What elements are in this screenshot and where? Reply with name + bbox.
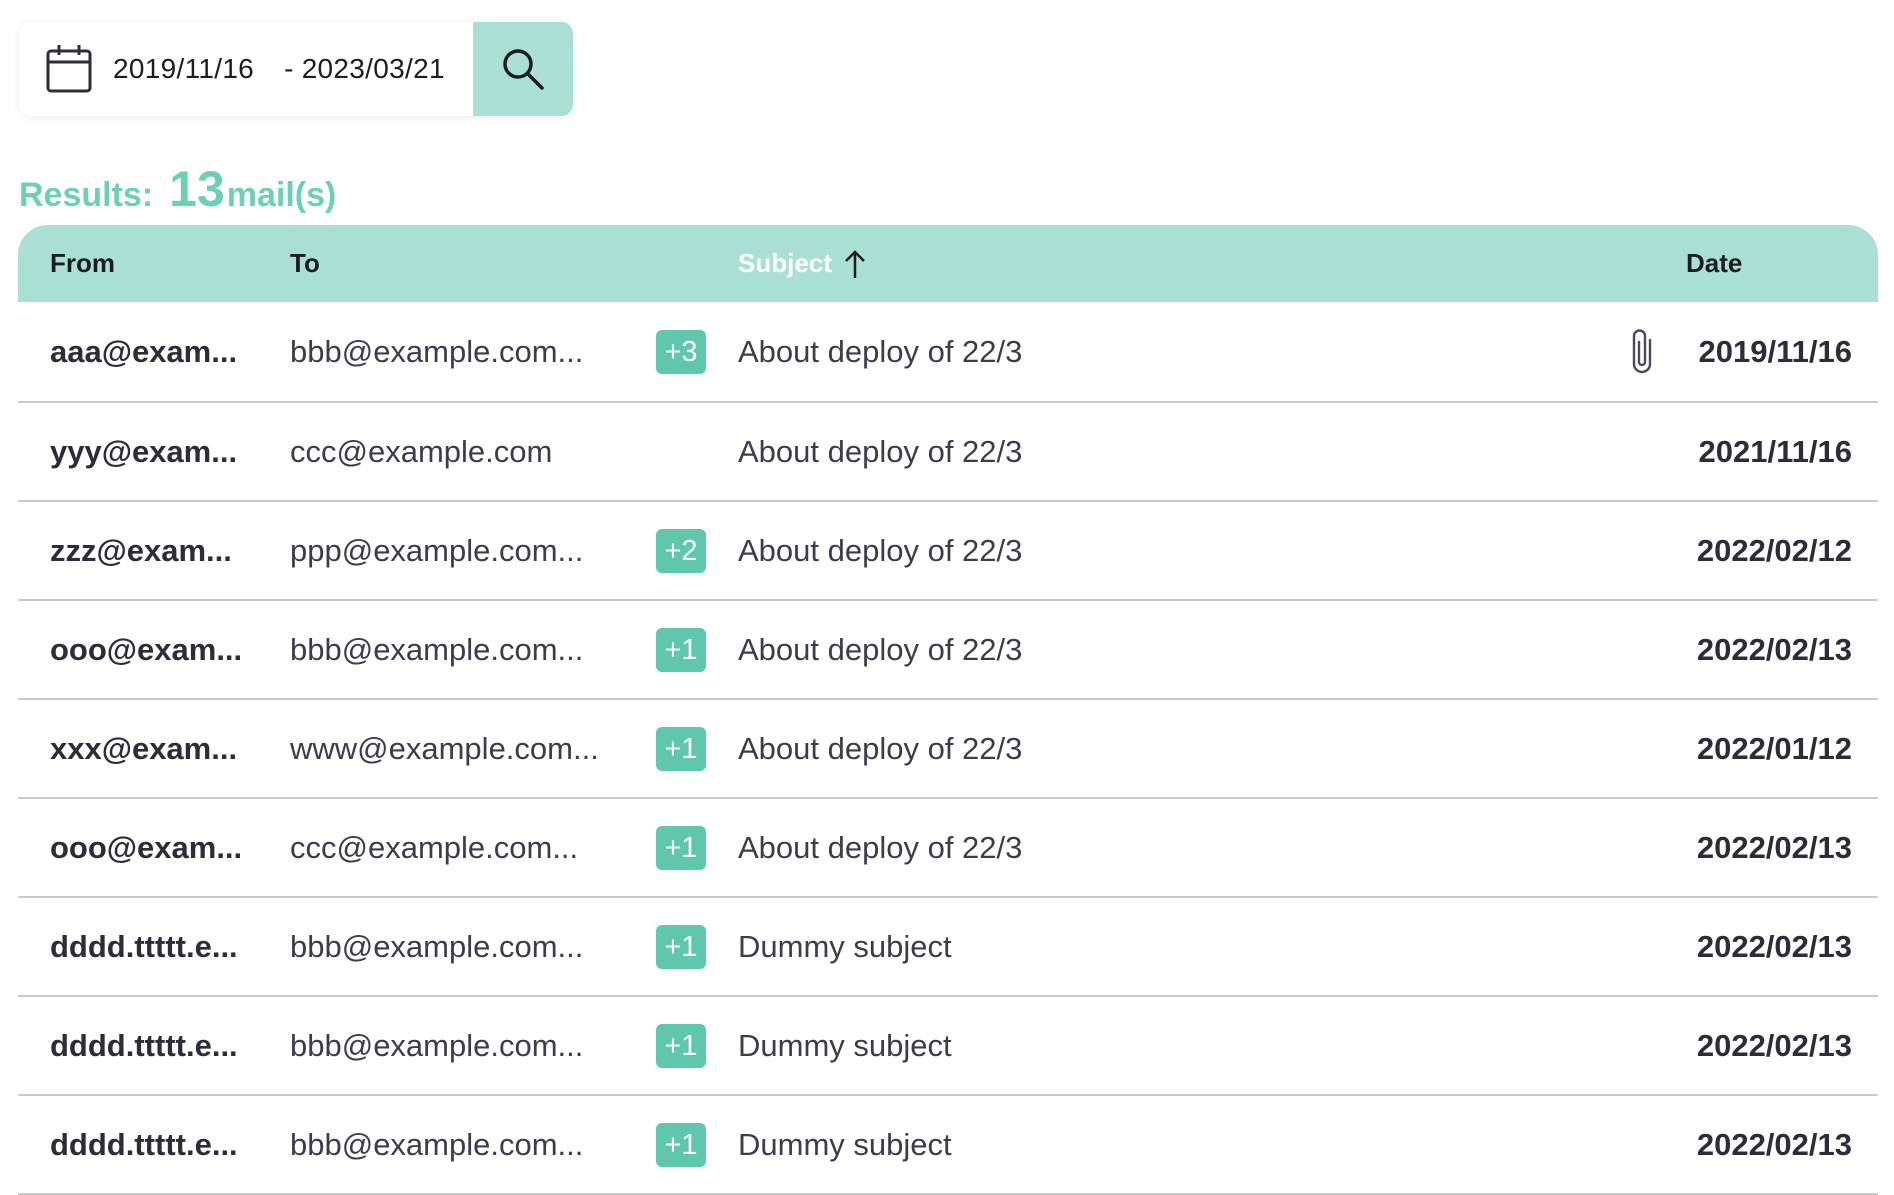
attachment-cell	[1626, 302, 1660, 401]
recipient-cell: bbb@example.com...	[290, 333, 584, 369]
sender-cell: yyy@exam...	[50, 433, 238, 469]
search-icon	[503, 49, 544, 90]
results-summary: Results: 13 mail(s)	[19, 160, 336, 218]
subject-cell: About deploy of 22/3	[738, 333, 1023, 369]
extra-recipients-badge: +2	[656, 528, 706, 573]
extra-recipients-badge: +1	[656, 726, 706, 771]
sender-cell: dddd.ttttt.e...	[50, 928, 238, 964]
extra-recipients-cell: +1	[656, 898, 706, 995]
subject-cell: Dummy subject	[738, 1027, 952, 1063]
column-header-subject-label: Subject	[738, 248, 832, 278]
calendar-icon	[46, 45, 92, 93]
recipient-cell: www@example.com...	[290, 730, 599, 766]
table-row[interactable]: ooo@exam... ccc@example.com... +1 About dep…	[18, 799, 1878, 898]
paperclip-icon	[1632, 328, 1652, 373]
extra-recipients-badge: +1	[656, 627, 706, 672]
table-row[interactable]: xxx@exam... www@example.com... +1 About dep…	[18, 700, 1878, 799]
table-row[interactable]: dddd.ttttt.e... bbb@example.com... +1 Dummy…	[18, 997, 1878, 1096]
table-row[interactable]: zzz@exam... ppp@example.com... +2 About dep…	[18, 502, 1878, 601]
extra-recipients-badge: +1	[656, 825, 706, 870]
sender-cell: xxx@exam...	[50, 730, 238, 766]
column-header-from[interactable]: From	[50, 225, 115, 302]
extra-recipients-badge: +1	[656, 924, 706, 969]
extra-recipients-badge: +3	[656, 329, 706, 374]
extra-recipients-cell: +1	[656, 700, 706, 797]
date-start[interactable]: 2019/11/16	[113, 53, 254, 85]
date-cell: 2022/01/12	[1696, 730, 1852, 766]
column-header-date[interactable]: Date	[1686, 225, 1742, 302]
subject-cell: About deploy of 22/3	[738, 730, 1023, 766]
date-cell: 2021/11/16	[1698, 433, 1852, 469]
table-row[interactable]: dddd.ttttt.e... bbb@example.com... +1 Dummy…	[18, 898, 1878, 997]
subject-cell: Dummy subject	[738, 1126, 952, 1162]
sender-cell: zzz@exam...	[50, 532, 232, 568]
date-cell: 2022/02/13	[1696, 829, 1852, 865]
sender-cell: dddd.ttttt.e...	[50, 1027, 238, 1063]
results-count: 13	[169, 161, 225, 217]
sender-cell: ooo@exam...	[50, 829, 243, 865]
date-range-search: 2019/11/16 - 2023/03/21	[19, 22, 573, 116]
recipient-cell: bbb@example.com...	[290, 631, 584, 667]
table-header: From To Subject Date	[18, 225, 1878, 302]
recipient-cell: ccc@example.com	[290, 433, 553, 469]
recipient-cell: bbb@example.com...	[290, 1126, 584, 1162]
extra-recipients-cell: +3	[656, 302, 706, 401]
table-row[interactable]: dddd.ttttt.e... bbb@example.com... +1 Dummy…	[18, 1096, 1878, 1195]
date-cell: 2022/02/13	[1696, 928, 1852, 964]
extra-recipients-cell: +1	[656, 1096, 706, 1193]
recipient-cell: ppp@example.com...	[290, 532, 584, 568]
table-body: aaa@exam... bbb@example.com... +3 About dep…	[18, 302, 1878, 1195]
date-cell: 2019/11/16	[1698, 333, 1852, 369]
results-unit: mail(s)	[226, 176, 337, 214]
recipient-cell: bbb@example.com...	[290, 928, 584, 964]
extra-recipients-cell: +2	[656, 502, 706, 599]
extra-recipients-cell: +1	[656, 997, 706, 1094]
results-label: Results:	[19, 176, 154, 214]
extra-recipients-badge: +1	[656, 1023, 706, 1068]
subject-cell: About deploy of 22/3	[738, 829, 1023, 865]
column-header-subject[interactable]: Subject	[738, 225, 868, 302]
recipient-cell: ccc@example.com...	[290, 829, 579, 865]
subject-cell: About deploy of 22/3	[738, 532, 1023, 568]
date-range-field[interactable]: 2019/11/16 - 2023/03/21	[19, 22, 473, 116]
table-row[interactable]: yyy@exam... ccc@example.com About deploy o…	[18, 403, 1878, 502]
extra-recipients-cell: +1	[656, 799, 706, 896]
table-row[interactable]: aaa@exam... bbb@example.com... +3 About dep…	[18, 302, 1878, 403]
search-button[interactable]	[473, 22, 573, 116]
sender-cell: aaa@exam...	[50, 333, 238, 369]
sender-cell: ooo@exam...	[50, 631, 243, 667]
date-cell: 2022/02/13	[1696, 1126, 1852, 1162]
date-cell: 2022/02/13	[1696, 1027, 1852, 1063]
sort-ascending-icon	[845, 249, 865, 278]
extra-recipients-cell: +1	[656, 601, 706, 698]
subject-cell: Dummy subject	[738, 928, 952, 964]
table-row[interactable]: ooo@exam... bbb@example.com... +1 About dep…	[18, 601, 1878, 700]
date-separator: -	[284, 53, 294, 84]
extra-recipients-badge: +1	[656, 1122, 706, 1167]
mail-table: From To Subject Date aaa@exam... bbb@exam…	[18, 225, 1878, 1195]
subject-cell: About deploy of 22/3	[738, 631, 1023, 667]
recipient-cell: bbb@example.com...	[290, 1027, 584, 1063]
subject-cell: About deploy of 22/3	[738, 433, 1023, 469]
date-end[interactable]: 2023/03/21	[302, 53, 445, 85]
column-header-to[interactable]: To	[290, 225, 320, 302]
sender-cell: dddd.ttttt.e...	[50, 1126, 238, 1162]
date-cell: 2022/02/13	[1696, 631, 1852, 667]
date-cell: 2022/02/12	[1696, 532, 1852, 568]
